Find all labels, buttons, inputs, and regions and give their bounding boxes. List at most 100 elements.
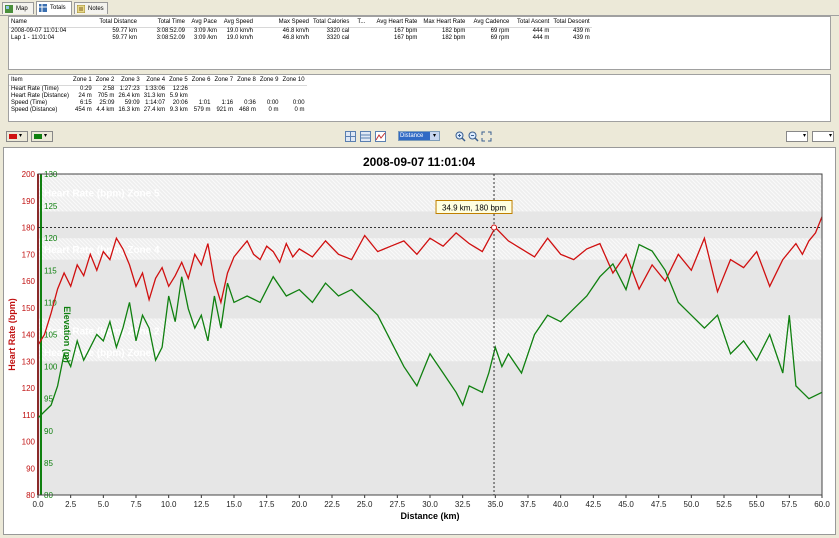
zones-header[interactable]: Zone 8 (235, 75, 258, 86)
x-tick-label: 32.5 (455, 500, 471, 509)
select-dropdown-2[interactable]: ▾ (812, 131, 834, 142)
chevron-down-icon: ▾ (802, 133, 806, 139)
line-chart-icon[interactable] (375, 131, 386, 142)
totals-cell: 444 m (532, 28, 550, 34)
totals-cell: 3:08:52.09 (156, 28, 185, 34)
totals-header[interactable]: Name (9, 17, 91, 28)
activity-chart[interactable]: Heart Rate (bpm) Zone 5 Heart Rate (bpm) … (4, 148, 835, 534)
y1-axis-label: Heart Rate (bpm) (7, 298, 17, 371)
zones-cell: 2:58 (102, 86, 115, 92)
zones-header[interactable]: Zone 1 (71, 75, 94, 86)
y1-tick-label: 100 (22, 438, 36, 447)
zone-label: Heart Rate (bpm) Zone 1 (44, 348, 160, 359)
totals-header[interactable]: Total Descent (551, 17, 592, 28)
zones-row[interactable]: Speed (Distance) 454 m 4.4 km 16.3 km 27.4 k… (9, 107, 307, 114)
tab-notes[interactable]: Notes (74, 2, 108, 14)
zoom-out-icon[interactable] (468, 131, 479, 142)
totals-header[interactable]: Total Ascent (511, 17, 552, 28)
zones-header[interactable]: Zone 3 (116, 75, 142, 86)
totals-row[interactable]: 2008-09-07 11:01:04 59.77 km 3:08:52.09 3:0… (9, 28, 592, 36)
totals-cell: 3:08:52.09 (156, 35, 185, 41)
table-view-icon[interactable] (360, 131, 371, 142)
tab-totals[interactable]: Totals (36, 1, 72, 15)
zones-cell: 24 m (78, 93, 92, 99)
zone-label: Heart Rate (bpm) Zone 5 (44, 189, 160, 200)
tab-label: Notes (88, 6, 104, 12)
x-tick-label: 50.0 (684, 500, 700, 509)
totals-cell: 439 m (573, 35, 590, 41)
totals-header[interactable]: Max Speed (255, 17, 311, 28)
x-tick-label: 25.0 (357, 500, 373, 509)
totals-cell: 2008-09-07 11:01:04 (11, 28, 67, 34)
zones-cell: 16.3 km (118, 107, 140, 113)
x-tick-label: 5.0 (98, 500, 110, 509)
zones-cell (212, 93, 235, 100)
zones-cell (212, 86, 235, 94)
totals-header[interactable]: Avg Pace (187, 17, 219, 28)
x-tick-label: 55.0 (749, 500, 765, 509)
tab-map[interactable]: Map (2, 2, 34, 14)
zones-header[interactable]: Zone 2 (93, 75, 117, 86)
chart-panel: Heart Rate (bpm) Zone 5 Heart Rate (bpm) … (3, 147, 836, 535)
zones-header[interactable]: Item (9, 75, 72, 86)
y1-tick-label: 200 (22, 170, 36, 179)
zones-cell (235, 86, 258, 94)
heart-color-picker[interactable]: ▾ (6, 131, 28, 142)
totals-table-panel: Name Total Distance Total Time Avg Pace Avg … (8, 16, 831, 70)
zone-label: Heart Rate (bpm) Zone 2 (44, 326, 160, 337)
x-axis-select[interactable]: Distance ▾ (398, 131, 440, 141)
y2-tick-label: 100 (44, 363, 58, 372)
zones-header[interactable]: Zone 7 (212, 75, 236, 86)
zones-header[interactable]: Zone 6 (189, 75, 213, 86)
x-tick-label: 47.5 (651, 500, 667, 509)
fit-to-screen-icon[interactable] (481, 131, 492, 142)
elevation-color-picker[interactable]: ▾ (31, 131, 53, 142)
zones-header[interactable]: Zone 5 (167, 75, 190, 86)
zones-cell: 921 m (216, 107, 234, 113)
totals-header[interactable]: Total Time (139, 17, 187, 28)
zoom-in-icon[interactable] (455, 131, 466, 142)
zones-cell: 1:16 (221, 100, 234, 106)
zones-cell: 25:09 (99, 100, 115, 106)
zones-header[interactable]: Zone 4 (141, 75, 168, 86)
x-tick-label: 12.5 (194, 500, 210, 509)
totals-header[interactable]: T... (351, 17, 368, 28)
notes-icon (76, 4, 86, 14)
y2-tick-label: 125 (44, 202, 58, 211)
x-tick-label: 37.5 (520, 500, 536, 509)
zones-cell (190, 86, 213, 94)
totals-header[interactable]: Total Distance (91, 17, 139, 28)
totals-header[interactable]: Max Heart Rate (419, 17, 468, 28)
zones-header[interactable]: Zone 10 (280, 75, 307, 86)
zones-cell: 1:33:06 (145, 86, 166, 92)
select-dropdown-1[interactable]: ▾ (786, 131, 808, 142)
x-tick-label: 27.5 (390, 500, 406, 509)
zones-row[interactable]: Heart Rate (Time) 0:29 2:58 1:27:23 1:33:06 1… (9, 86, 307, 94)
totals-cell: 3:09 /km (193, 28, 217, 34)
zones-cell: 31.3 km (143, 93, 166, 99)
x-tick-label: 2.5 (65, 500, 77, 509)
zones-cell: 4.4 km (96, 107, 115, 113)
zones-cell: 26.4 km (118, 93, 140, 99)
y1-tick-label: 190 (22, 197, 36, 206)
totals-cell: 3320 cal (326, 35, 350, 41)
zones-cell (258, 93, 281, 100)
zones-cell: 705 m (97, 93, 115, 99)
zones-header[interactable]: Zone 9 (257, 75, 281, 86)
y1-tick-label: 130 (22, 357, 36, 366)
totals-cell: 19.0 km/h (226, 35, 253, 41)
chart-type-icon[interactable] (345, 131, 356, 142)
cursor-point (491, 224, 498, 231)
y2-tick-label: 120 (44, 234, 58, 243)
totals-header[interactable]: Avg Heart Rate (367, 17, 420, 28)
zones-row[interactable]: Heart Rate (Distance) 24 m 705 m 26.4 km 31.… (9, 93, 307, 100)
x-tick-label: 42.5 (586, 500, 602, 509)
zones-row[interactable]: Speed (Time) 6:15 25:09 59:09 1:14:07 20:06 1:… (9, 100, 307, 107)
totals-header[interactable]: Total Calories (311, 17, 352, 28)
totals-cell: 167 bpm (394, 35, 418, 41)
y1-tick-label: 160 (22, 277, 36, 286)
totals-header[interactable]: Avg Speed (219, 17, 255, 28)
y1-tick-label: 170 (22, 250, 36, 259)
totals-row[interactable]: Lap 1 - 11:01:04 59.77 km 3:08:52.09 3:09 /… (9, 35, 592, 42)
totals-header[interactable]: Avg Cadence (467, 17, 512, 28)
